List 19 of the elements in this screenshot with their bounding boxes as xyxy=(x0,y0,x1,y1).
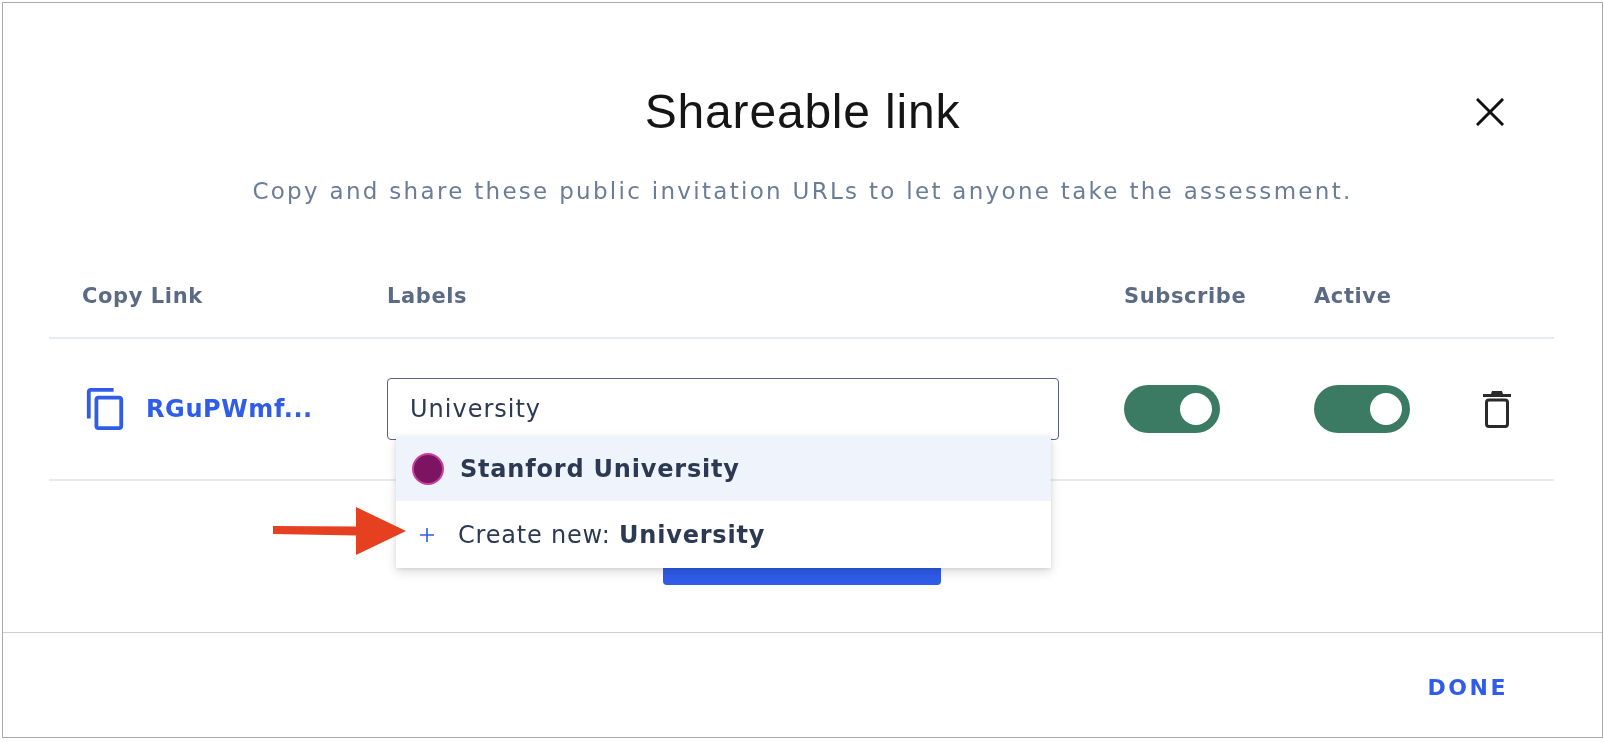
dropdown-option[interactable]: Stanford University xyxy=(396,436,1051,501)
active-toggle[interactable] xyxy=(1314,385,1410,433)
trash-icon xyxy=(1483,390,1511,428)
column-header: Active xyxy=(1314,283,1392,309)
done-button[interactable]: DONE xyxy=(1427,675,1508,701)
dialog-title: Shareable link xyxy=(644,84,961,140)
copy-link[interactable]: RGuPWmf... xyxy=(146,394,313,424)
plus-icon xyxy=(420,527,434,542)
delete-button[interactable] xyxy=(1483,390,1511,428)
column-header: Subscribe xyxy=(1124,283,1247,309)
close-button[interactable] xyxy=(1475,97,1505,127)
copy-icon xyxy=(85,388,125,430)
dropdown-option[interactable]: Create new: University xyxy=(396,501,1051,568)
column-header: Copy Link xyxy=(82,283,203,309)
labels-input[interactable]: University xyxy=(387,378,1059,440)
dialog-subtitle: Copy and share these public invitation URLs to let anyone take the assessment. xyxy=(252,177,1353,206)
close-icon xyxy=(1476,98,1504,126)
subscribe-toggle[interactable] xyxy=(1124,385,1220,433)
column-header: Labels xyxy=(387,283,468,309)
